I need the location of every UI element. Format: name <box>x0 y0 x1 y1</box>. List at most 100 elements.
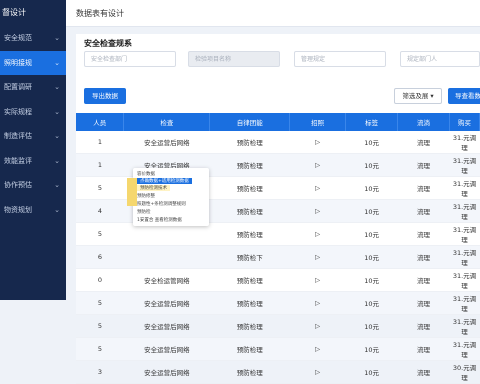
table-cell: 流理 <box>397 337 450 361</box>
table-cell: 安全运营后网络 <box>123 291 210 315</box>
sidebar-item[interactable]: 制造评估 ⌄ <box>0 124 66 149</box>
popup-line[interactable]: 容价数据 <box>137 171 155 177</box>
play-icon[interactable]: ▷ <box>289 131 346 154</box>
table-cell: 预防检理 <box>209 314 290 338</box>
table-row[interactable]: 6 预防检下 ▷ 10元 流理 31.元调理 <box>76 245 480 269</box>
popup-line[interactable]: 照题性+条检测调整规则 <box>137 201 186 207</box>
chevron-down-icon: ⌄ <box>54 83 60 92</box>
popup-line[interactable]: 预防修整 <box>137 193 155 199</box>
table-cell: 10元 <box>345 199 398 223</box>
context-popup: 容价数据 点确数据+适用检测数据 预防检测技术 预防修整 照题性+条检测调整规则… <box>127 168 209 226</box>
sidebar-item[interactable]: 照明接规 ⌄ <box>0 50 66 75</box>
popup-line[interactable]: 1安置合 查看检测数据 <box>137 217 182 223</box>
table-cell: 30.元调理 <box>449 360 480 384</box>
play-icon[interactable]: ▷ <box>289 222 346 246</box>
table-cell: 预防检理 <box>209 199 290 223</box>
department-input[interactable]: 安全检查部门 <box>84 51 176 67</box>
export-button[interactable]: 导出数据 <box>84 88 126 104</box>
table-cell: 0 <box>76 268 124 292</box>
table-cell: 预防检理 <box>209 222 290 246</box>
popup-line[interactable]: 预防检测技术 <box>137 185 170 191</box>
sidebar-item-label: 安全规范 <box>4 34 32 43</box>
query-button[interactable]: 导查看数 <box>448 88 480 104</box>
table-cell: 10元 <box>345 222 398 246</box>
table-cell: 预防检理 <box>209 268 290 292</box>
table-cell: 预防检理 <box>209 360 290 384</box>
popup-line[interactable]: 点确数据+适用检测数据 <box>137 178 192 184</box>
column-header[interactable]: 标签 <box>345 113 399 131</box>
play-icon[interactable]: ▷ <box>289 153 346 177</box>
table-cell: 10元 <box>345 245 398 269</box>
table-row[interactable]: 5 安全运营后网络 预防检理 ▷ 10元 流理 31.元调理 <box>76 337 480 361</box>
table-cell: 31.元调理 <box>449 199 480 223</box>
popup-line[interactable]: 预防检 <box>137 209 151 215</box>
table-cell: 6 <box>76 245 124 269</box>
rule-input[interactable]: 管理规定 <box>294 51 386 67</box>
sidebar-item[interactable]: 协作预估 ⌄ <box>0 173 66 198</box>
play-icon[interactable]: ▷ <box>289 337 346 361</box>
table-cell: 5 <box>76 222 124 246</box>
sidebar-item-label: 配置调研 <box>4 83 32 92</box>
column-header[interactable]: 自律团能 <box>209 113 291 131</box>
chevron-down-icon: ⌄ <box>54 132 60 141</box>
page-title: 数据表有设计 <box>76 9 124 18</box>
sidebar-title: 督设计 <box>2 8 26 17</box>
table-cell: 31.元调理 <box>449 291 480 315</box>
play-icon[interactable]: ▷ <box>289 176 346 200</box>
table-cell: 流理 <box>397 268 450 292</box>
sidebar-item[interactable]: 实际规程 ⌄ <box>0 100 66 125</box>
play-icon[interactable]: ▷ <box>289 199 346 223</box>
sidebar-item-label: 协作预估 <box>4 181 32 190</box>
item-name-input[interactable]: 检验项目名称 <box>188 51 280 67</box>
table-cell: 10元 <box>345 360 398 384</box>
table-cell <box>123 245 210 269</box>
sidebar-item[interactable]: 安全规范 ⌄ <box>0 26 66 51</box>
table-cell: 流理 <box>397 131 450 154</box>
sidebar-item[interactable]: 物资规划 ⌄ <box>0 198 66 223</box>
table-cell: 预防检下 <box>209 245 290 269</box>
play-icon[interactable]: ▷ <box>289 291 346 315</box>
table-row[interactable]: 1 安全运营后网络 预防检理 ▷ 10元 流理 31.元调理 <box>76 131 480 154</box>
table-cell: 31.元调理 <box>449 268 480 292</box>
chevron-down-icon: ⌄ <box>54 34 60 43</box>
column-header[interactable]: 人员 <box>76 113 125 131</box>
table-cell: 预防检理 <box>209 337 290 361</box>
table-cell: 流理 <box>397 360 450 384</box>
table-row[interactable]: 3 安全运营后网络 预防检理 ▷ 10元 流理 30.元调理 <box>76 360 480 384</box>
column-header[interactable]: 检查 <box>123 113 211 131</box>
play-icon[interactable]: ▷ <box>289 360 346 384</box>
sidebar-item[interactable]: 效能监评 ⌄ <box>0 149 66 174</box>
column-header[interactable]: 流淌 <box>397 113 450 131</box>
table-cell: 31.元调理 <box>449 176 480 200</box>
table-row[interactable]: 5 安全运营后网络 预防检理 ▷ 10元 流理 31.元调理 <box>76 314 480 338</box>
table-cell: 预防检理 <box>209 291 290 315</box>
sidebar-item[interactable]: 配置调研 ⌄ <box>0 75 66 100</box>
table-cell: 流理 <box>397 153 450 177</box>
sidebar: 督设计 安全规范 ⌄ 照明接规 ⌄ 配置调研 ⌄ 实际规程 ⌄ 制造评估 ⌄ 效能监评 ⌄ 协作预估 ⌄ 物… <box>0 0 66 300</box>
table-cell: 预防检理 <box>209 176 290 200</box>
sidebar-item-label: 物资规划 <box>4 205 32 214</box>
table-cell: 流理 <box>397 222 450 246</box>
table-row[interactable]: 0 安全检运管网络 预防检理 ▷ 10元 流理 31.元调理 <box>76 268 480 292</box>
table-cell: 安全运营后网络 <box>123 131 210 154</box>
chevron-down-icon: ⌄ <box>54 58 60 67</box>
play-icon[interactable]: ▷ <box>289 314 346 338</box>
column-header[interactable]: 购买 <box>449 113 480 131</box>
table-cell: 5 <box>76 314 124 338</box>
person-input[interactable]: 规定部门人 <box>400 51 480 67</box>
chevron-down-icon: ⌄ <box>54 205 60 214</box>
play-icon[interactable]: ▷ <box>289 245 346 269</box>
table-cell: 5 <box>76 291 124 315</box>
play-icon[interactable]: ▷ <box>289 268 346 292</box>
data-table: 人员 检查 自律团能 招照 标签 流淌 购买 1 安全运营后网络 预防检理 ▷ 10元 流理 31.元调… <box>76 113 480 384</box>
table-row[interactable]: 5 安全运营后网络 预防检理 ▷ 10元 流理 31.元调理 <box>76 291 480 315</box>
table-cell: 31.元调理 <box>449 222 480 246</box>
column-header[interactable]: 招照 <box>289 113 347 131</box>
table-cell: 安全运营后网络 <box>123 360 210 384</box>
table-cell: 安全运营后网络 <box>123 314 210 338</box>
table-cell: 10元 <box>345 268 398 292</box>
filter-dropdown[interactable]: 筛选及展 ▾ <box>394 88 442 104</box>
table-cell: 10元 <box>345 291 398 315</box>
thumbnail <box>127 178 137 206</box>
sidebar-item-label: 效能监评 <box>4 156 32 165</box>
